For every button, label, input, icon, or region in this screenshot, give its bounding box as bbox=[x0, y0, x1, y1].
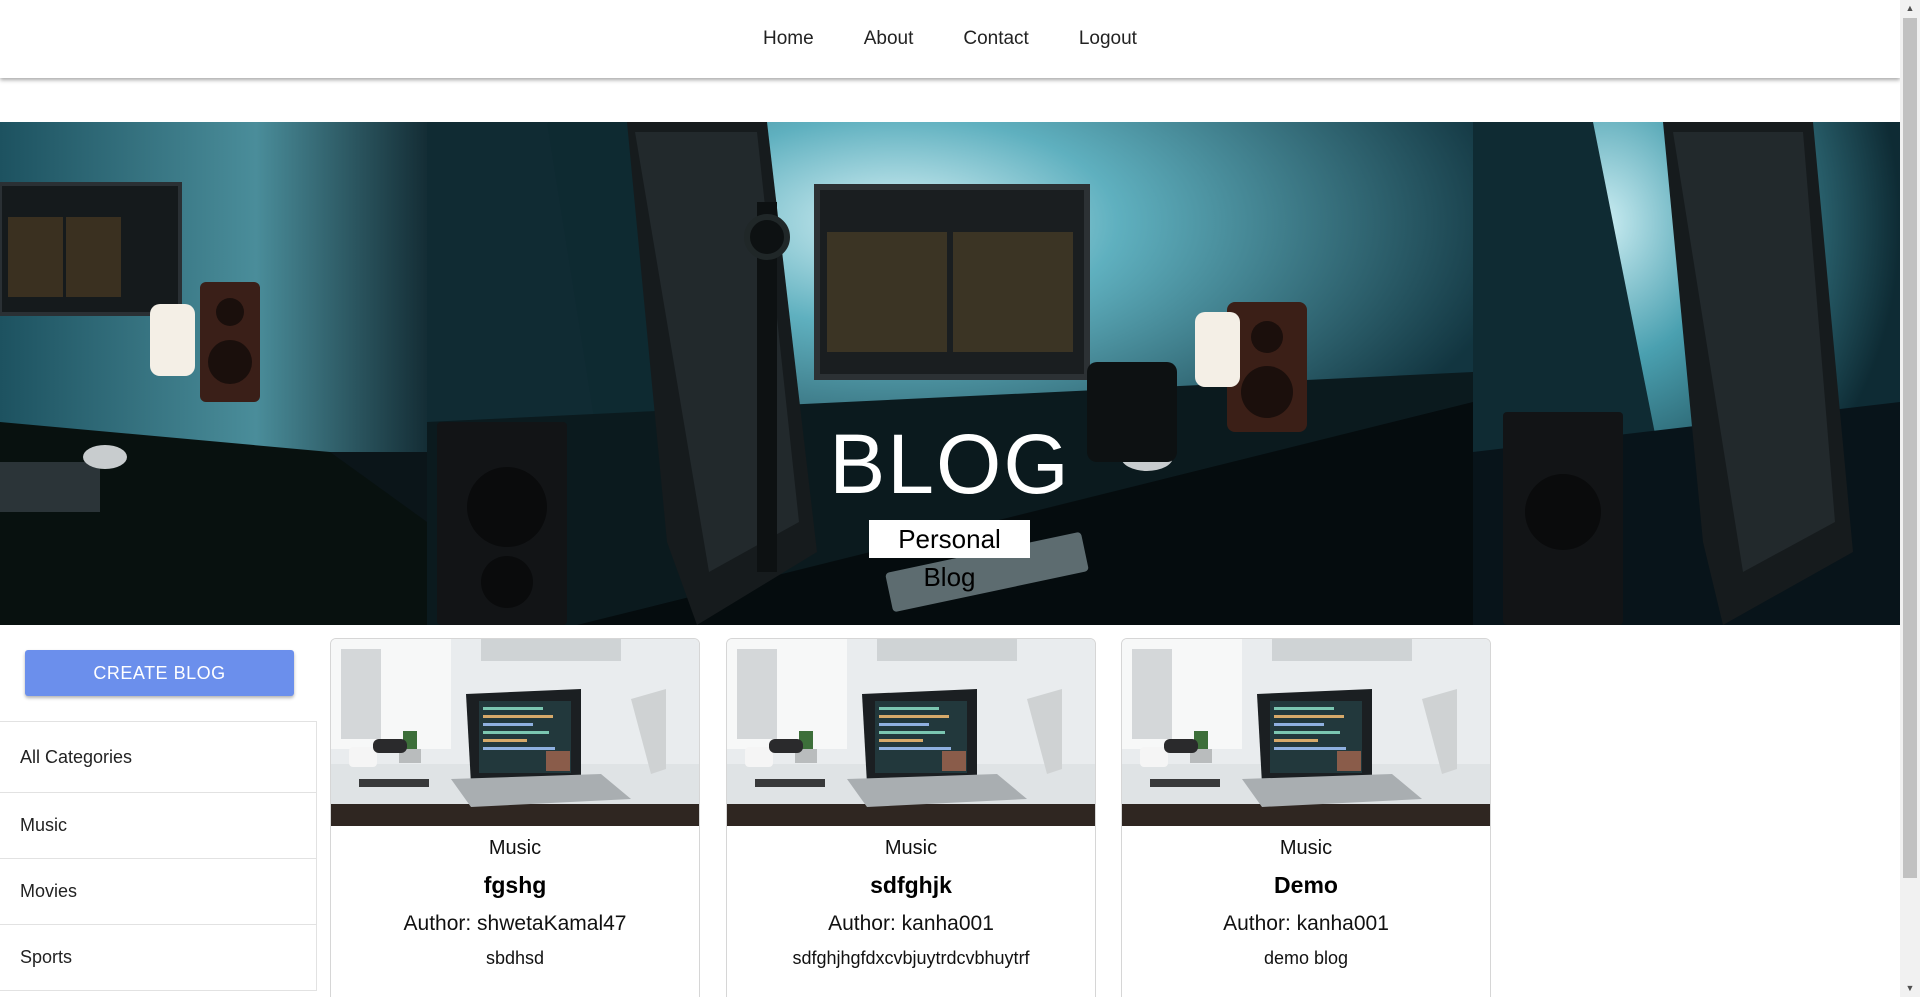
blog-card-category: Music bbox=[884, 837, 938, 859]
scroll-up-arrow-icon[interactable]: ▲ bbox=[1900, 0, 1920, 17]
category-all[interactable]: All Categories bbox=[0, 722, 316, 792]
create-blog-button[interactable]: CREATE BLOG bbox=[25, 650, 294, 696]
blog-card-description: sdfghjhgfdxcvbjuytrdcvbhuytrf bbox=[792, 948, 1030, 968]
nav-contact-link[interactable]: Contact bbox=[938, 0, 1053, 78]
main-nav: Home About Contact Logout bbox=[0, 0, 1900, 78]
blog-card-title: fgshg bbox=[483, 872, 547, 898]
nav-logout-link[interactable]: Logout bbox=[1054, 0, 1162, 78]
blog-card-author: Author: kanha001 bbox=[828, 912, 994, 935]
hero-banner: BLOG Personal Blog bbox=[0, 122, 1900, 625]
category-movies[interactable]: Movies bbox=[0, 858, 316, 924]
blog-card-author: Author: kanha001 bbox=[1223, 912, 1389, 935]
nav-about-link[interactable]: About bbox=[839, 0, 939, 78]
blog-card-category: Music bbox=[1279, 837, 1333, 859]
blog-card-image bbox=[1122, 639, 1490, 826]
top-navbar: Home About Contact Logout bbox=[0, 0, 1900, 78]
nav-home-link[interactable]: Home bbox=[738, 0, 839, 78]
hero-image-left bbox=[0, 122, 427, 625]
category-sports[interactable]: Sports bbox=[0, 924, 316, 990]
page: Home About Contact Logout BLOG Personal … bbox=[0, 0, 1900, 997]
blog-card-category: Music bbox=[488, 837, 542, 859]
scrollbar-thumb[interactable] bbox=[1903, 18, 1917, 878]
blog-card[interactable]: Music fgshg Author: shwetaKamal47 sbdhsd bbox=[330, 638, 700, 997]
blog-card-author: Author: shwetaKamal47 bbox=[403, 912, 627, 935]
hero-subtitle: Personal Blog bbox=[869, 520, 1030, 592]
blog-card-description: sbdhsd bbox=[485, 948, 545, 968]
blog-card-title: sdfghjk bbox=[870, 872, 952, 898]
page-scrollbar[interactable]: ▲ ▼ bbox=[1900, 0, 1920, 997]
blog-card[interactable]: Music Demo Author: kanha001 demo blog bbox=[1121, 638, 1491, 997]
blog-card-image bbox=[727, 639, 1095, 826]
category-list: All Categories Music Movies Sports bbox=[0, 721, 317, 991]
scroll-down-arrow-icon[interactable]: ▼ bbox=[1900, 980, 1920, 997]
blog-card-title: Demo bbox=[1274, 872, 1338, 898]
category-music[interactable]: Music bbox=[0, 792, 316, 858]
blog-card-image bbox=[331, 639, 699, 826]
hero-image-right bbox=[1473, 122, 1900, 625]
blog-card[interactable]: Music sdfghjk Author: kanha001 sdfghjhgf… bbox=[726, 638, 1096, 997]
hero-title: BLOG bbox=[829, 417, 1071, 511]
blog-card-description: demo blog bbox=[1263, 948, 1349, 968]
